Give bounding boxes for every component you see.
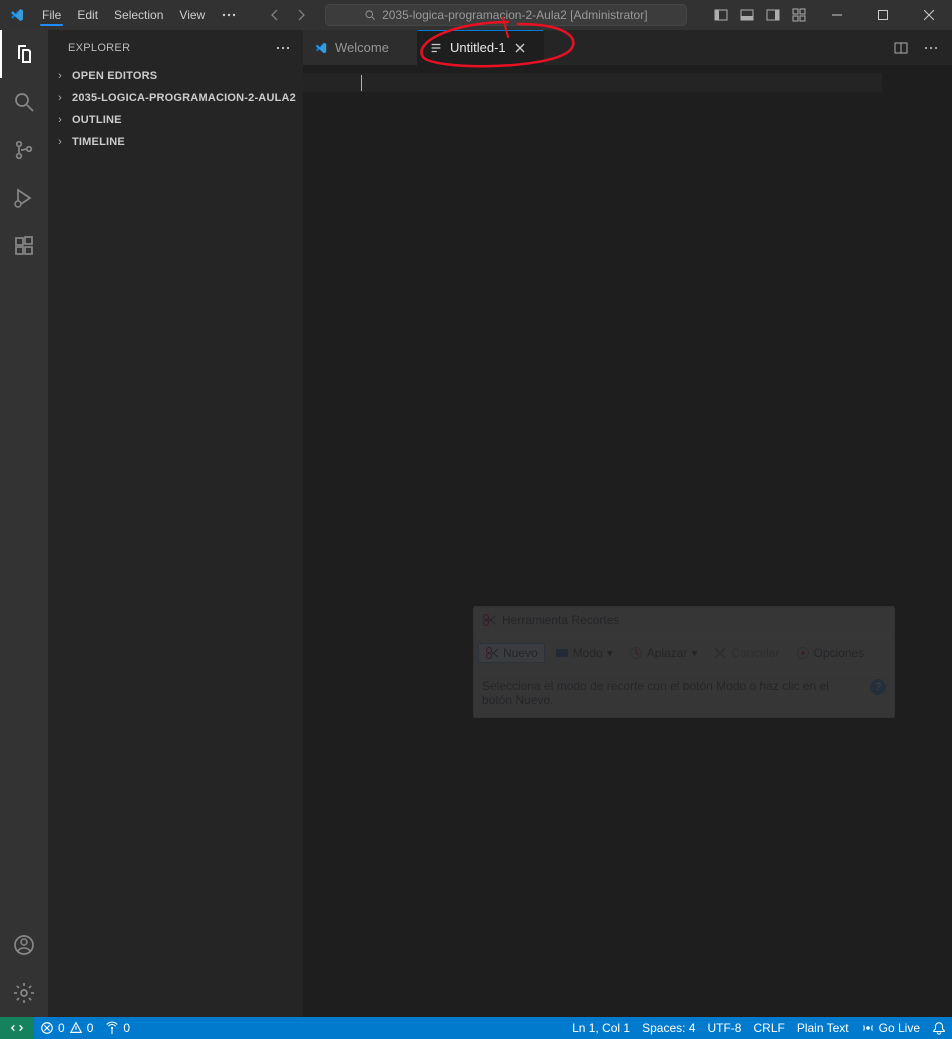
rectangle-icon: [555, 646, 569, 660]
search-icon: [364, 9, 376, 21]
activity-extensions-icon[interactable]: [0, 222, 48, 270]
activity-source-control-icon[interactable]: [0, 126, 48, 174]
text-file-icon: [428, 41, 444, 55]
activity-search-icon[interactable]: [0, 78, 48, 126]
scissors-icon: [482, 613, 496, 627]
chevron-down-icon: ▾: [607, 646, 613, 660]
sidebar-title-row: EXPLORER: [48, 30, 303, 65]
customize-layout-icon[interactable]: [788, 4, 810, 26]
snip-new-button[interactable]: Nuevo: [478, 643, 545, 663]
status-go-live[interactable]: Go Live: [855, 1017, 926, 1039]
toggle-panel-icon[interactable]: [736, 4, 758, 26]
sidebar-more-icon[interactable]: [275, 40, 291, 56]
tab-untitled[interactable]: Untitled-1: [418, 30, 544, 65]
chevron-right-icon: ›: [52, 114, 68, 126]
activity-run-debug-icon[interactable]: [0, 174, 48, 222]
menu-view[interactable]: View: [171, 0, 213, 30]
close-button[interactable]: [906, 0, 952, 30]
code-area[interactable]: [361, 71, 952, 1017]
snip-options-button[interactable]: Opciones: [790, 644, 871, 662]
vscode-logo-icon: [0, 7, 34, 23]
tab-welcome[interactable]: Welcome: [303, 30, 418, 65]
chevron-right-icon: ›: [52, 92, 68, 104]
help-icon[interactable]: ?: [870, 679, 886, 695]
chevron-right-icon: ›: [52, 70, 68, 82]
snip-cancel-button[interactable]: Cancelar: [707, 644, 785, 662]
minimize-button[interactable]: [814, 0, 860, 30]
activity-accounts-icon[interactable]: [0, 921, 48, 969]
line-gutter: 1: [303, 71, 361, 1017]
menu-overflow-icon[interactable]: [213, 7, 245, 23]
clock-icon: [629, 646, 643, 660]
status-language-mode[interactable]: Plain Text: [791, 1017, 855, 1039]
status-bar: 0 0 0 Ln 1, Col 1 Spaces: 4 UTF-8 CRLF P…: [0, 1017, 952, 1039]
explorer-sidebar: EXPLORER › OPEN EDITORS › 2035-LOGICA-PR…: [48, 30, 303, 1017]
vscode-logo-icon: [313, 41, 329, 55]
status-cursor-position[interactable]: Ln 1, Col 1: [566, 1017, 636, 1039]
options-icon: [796, 646, 810, 660]
nav-back-icon[interactable]: [263, 3, 287, 27]
activity-settings-icon[interactable]: [0, 969, 48, 1017]
section-timeline[interactable]: › TIMELINE: [48, 131, 303, 153]
section-outline[interactable]: › OUTLINE: [48, 109, 303, 131]
snip-title: Herramienta Recortes: [502, 613, 619, 627]
radio-tower-icon: [105, 1021, 119, 1035]
snip-delay-button[interactable]: Aplazar ▾: [623, 644, 704, 662]
menu-file[interactable]: File: [34, 0, 69, 30]
status-ports[interactable]: 0: [99, 1017, 136, 1039]
menu-selection[interactable]: Selection: [106, 0, 171, 30]
window-controls: [814, 0, 952, 30]
scissors-icon: [485, 646, 499, 660]
activity-explorer-icon[interactable]: [0, 30, 48, 78]
split-editor-icon[interactable]: [890, 37, 912, 59]
status-eol[interactable]: CRLF: [747, 1017, 790, 1039]
status-notifications-icon[interactable]: [926, 1017, 952, 1039]
titlebar: File Edit Selection View 2035-logica-pro…: [0, 0, 952, 30]
chevron-right-icon: ›: [52, 136, 68, 148]
tab-bar: Welcome Untitled-1: [303, 30, 952, 65]
activity-bar: [0, 30, 48, 1017]
section-open-editors[interactable]: › OPEN EDITORS: [48, 65, 303, 87]
tab-untitled-label: Untitled-1: [450, 40, 506, 55]
tab-close-icon[interactable]: [512, 40, 528, 56]
remote-indicator[interactable]: [0, 1017, 34, 1039]
editor-more-icon[interactable]: [920, 37, 942, 59]
maximize-button[interactable]: [860, 0, 906, 30]
broadcast-icon: [861, 1021, 875, 1035]
chevron-down-icon: ▾: [691, 646, 697, 660]
snipping-tool-window: Herramienta Recortes Nuevo Modo ▾ Aplaza: [473, 606, 895, 718]
close-icon: [713, 646, 727, 660]
status-encoding[interactable]: UTF-8: [701, 1017, 747, 1039]
warning-icon: [69, 1021, 83, 1035]
bell-icon: [932, 1021, 946, 1035]
nav-arrows: [263, 3, 313, 27]
tab-welcome-label: Welcome: [335, 40, 389, 55]
menu-file-label: File: [42, 8, 61, 22]
section-folder[interactable]: › 2035-LOGICA-PROGRAMACION-2-AULA2: [48, 87, 303, 109]
snip-hint: Selecciona el modo de recorte con el bot…: [482, 679, 862, 707]
annotation-underline: [40, 24, 63, 26]
text-cursor: [361, 75, 362, 91]
status-problems[interactable]: 0 0: [34, 1017, 99, 1039]
command-center[interactable]: 2035-logica-programacion-2-Aula2 [Admini…: [325, 4, 687, 26]
text-editor[interactable]: 1 Herramienta Recortes Nuevo: [303, 71, 952, 1017]
menu-bar: File Edit Selection View: [34, 0, 213, 30]
error-icon: [40, 1021, 54, 1035]
toggle-secondary-sidebar-icon[interactable]: [762, 4, 784, 26]
status-indentation[interactable]: Spaces: 4: [636, 1017, 701, 1039]
nav-forward-icon[interactable]: [289, 3, 313, 27]
layout-controls: [710, 4, 810, 26]
snip-mode-button[interactable]: Modo ▾: [549, 644, 619, 662]
editor-group: Welcome Untitled-1: [303, 30, 952, 1017]
toggle-primary-sidebar-icon[interactable]: [710, 4, 732, 26]
command-center-text: 2035-logica-programacion-2-Aula2 [Admini…: [382, 8, 647, 22]
sidebar-title: EXPLORER: [68, 42, 130, 54]
menu-edit[interactable]: Edit: [69, 0, 106, 30]
